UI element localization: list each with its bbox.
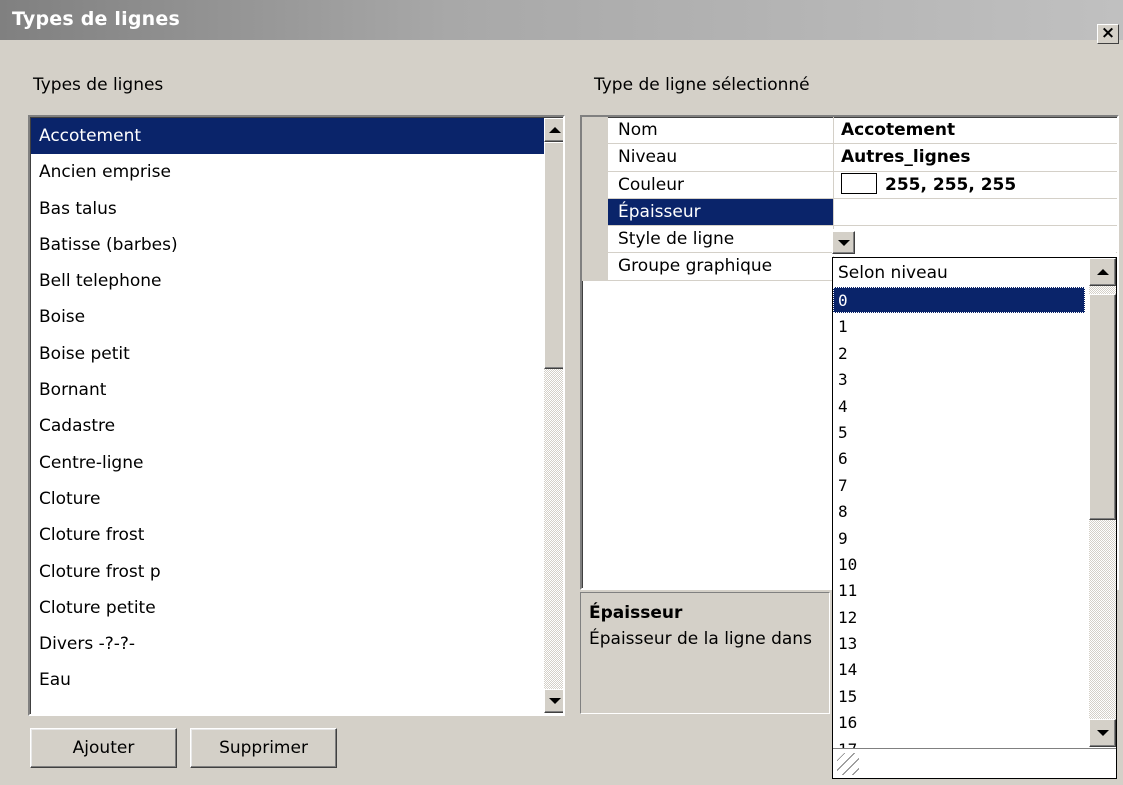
dropdown-option[interactable]: 7 (833, 472, 1085, 498)
arrow-down-icon (1096, 730, 1109, 736)
line-types-items: Accotement Ancien emprise Bas talus Batisse… (31, 118, 544, 699)
list-item[interactable]: Ancien emprise (31, 154, 544, 190)
dropdown-option[interactable]: 14 (833, 656, 1085, 682)
list-item[interactable]: Cloture frost p (31, 554, 544, 590)
property-row[interactable]: Niveau Autres_lignes (582, 144, 1117, 172)
scroll-up-button[interactable] (544, 118, 563, 142)
list-scrollbar[interactable] (544, 118, 563, 713)
arrow-down-icon (548, 698, 561, 704)
list-item[interactable]: Bornant (31, 372, 544, 408)
dropdown-scrollbar[interactable] (1089, 258, 1116, 747)
dropdown-options: 01234567891011121314151617 (833, 287, 1085, 762)
color-value: 255, 255, 255 (885, 174, 1017, 195)
dropdown-option[interactable]: 12 (833, 604, 1085, 630)
property-name[interactable]: Épaisseur (608, 198, 834, 226)
dropdown-scroll-up-button[interactable] (1089, 258, 1116, 286)
property-name[interactable]: Groupe graphique (608, 253, 834, 280)
dropdown-option[interactable]: 2 (833, 340, 1085, 366)
thickness-combo[interactable]: 0 (832, 229, 1116, 256)
row-gutter (582, 171, 608, 198)
window-title: Types de lignes (12, 8, 180, 30)
scroll-down-button[interactable] (544, 689, 563, 713)
scrollbar-thumb[interactable] (544, 142, 563, 369)
dropdown-option[interactable]: 8 (833, 498, 1085, 524)
row-gutter (582, 117, 608, 144)
list-item[interactable]: Divers -?-?- (31, 626, 544, 662)
close-button[interactable]: × (1097, 24, 1119, 44)
dropdown-option[interactable]: 9 (833, 525, 1085, 551)
list-item[interactable]: Eau (31, 662, 544, 698)
list-item[interactable]: Cloture petite (31, 590, 544, 626)
list-item[interactable]: Cadastre (31, 408, 544, 444)
property-row[interactable]: Nom Accotement (582, 117, 1117, 145)
property-name[interactable]: Style de ligne (608, 226, 834, 253)
color-swatch (841, 172, 877, 194)
property-value[interactable]: Accotement (835, 117, 1117, 143)
description-text: Épaisseur de la ligne dans (589, 629, 812, 649)
row-gutter (582, 144, 608, 171)
dropdown-option[interactable]: 4 (833, 393, 1085, 419)
dropdown-option[interactable]: 6 (833, 445, 1085, 471)
dropdown-option[interactable]: 3 (833, 366, 1085, 392)
description-title: Épaisseur (589, 603, 683, 623)
selected-type-heading: Type de ligne sélectionné (594, 75, 810, 95)
dropdown-option[interactable]: 11 (833, 577, 1085, 603)
list-item[interactable]: Bas talus (31, 191, 544, 227)
dropdown-header[interactable]: Selon niveau (833, 258, 1088, 287)
delete-button[interactable]: Supprimer (190, 728, 337, 768)
line-types-list[interactable]: Accotement Ancien emprise Bas talus Batisse… (28, 115, 565, 716)
dropdown-scroll-down-button[interactable] (1089, 719, 1116, 747)
list-item[interactable]: Cloture (31, 481, 544, 517)
property-value[interactable] (835, 199, 1117, 225)
dropdown-option[interactable]: 13 (833, 630, 1085, 656)
row-gutter (582, 253, 608, 280)
chevron-down-icon (837, 239, 850, 246)
property-row[interactable]: Couleur 255, 255, 255 (582, 171, 1117, 199)
row-gutter (582, 198, 608, 226)
dropdown-option[interactable]: 15 (833, 683, 1085, 709)
list-item[interactable]: Cloture frost (31, 517, 544, 553)
arrow-up-icon (1096, 269, 1109, 275)
property-name[interactable]: Nom (608, 117, 834, 144)
thickness-dropdown[interactable]: Selon niveau 01234567891011121314151617 (832, 257, 1117, 779)
dropdown-option[interactable]: 1 (833, 313, 1085, 339)
property-value[interactable]: Autres_lignes (835, 144, 1117, 170)
dropdown-option[interactable]: 5 (833, 419, 1085, 445)
title-bar: Types de lignes × (0, 0, 1123, 44)
property-row[interactable]: Épaisseur (582, 198, 1117, 227)
combo-dropdown-button[interactable] (832, 231, 855, 254)
types-list-heading: Types de lignes (33, 75, 164, 95)
list-item[interactable]: Bell telephone (31, 263, 544, 299)
resize-grip-icon[interactable] (837, 753, 859, 775)
dropdown-option[interactable]: 0 (833, 287, 1085, 314)
add-button[interactable]: Ajouter (30, 728, 177, 768)
dropdown-option[interactable]: 10 (833, 551, 1085, 577)
list-item[interactable]: Centre-ligne (31, 445, 544, 481)
list-item[interactable]: Batisse (barbes) (31, 227, 544, 263)
property-value[interactable]: 255, 255, 255 (835, 172, 1117, 198)
property-name[interactable]: Couleur (608, 171, 834, 198)
list-item[interactable]: Boise petit (31, 336, 544, 372)
property-name[interactable]: Niveau (608, 144, 834, 171)
dropdown-footer (833, 748, 1116, 778)
dropdown-scrollbar-thumb[interactable] (1089, 294, 1116, 520)
arrow-up-icon (548, 127, 561, 133)
row-gutter (582, 226, 608, 253)
list-item[interactable]: Accotement (31, 118, 544, 155)
dropdown-option[interactable]: 16 (833, 709, 1085, 735)
description-panel: Épaisseur Épaisseur de la ligne dans (580, 592, 830, 714)
list-item[interactable]: Boise (31, 299, 544, 335)
